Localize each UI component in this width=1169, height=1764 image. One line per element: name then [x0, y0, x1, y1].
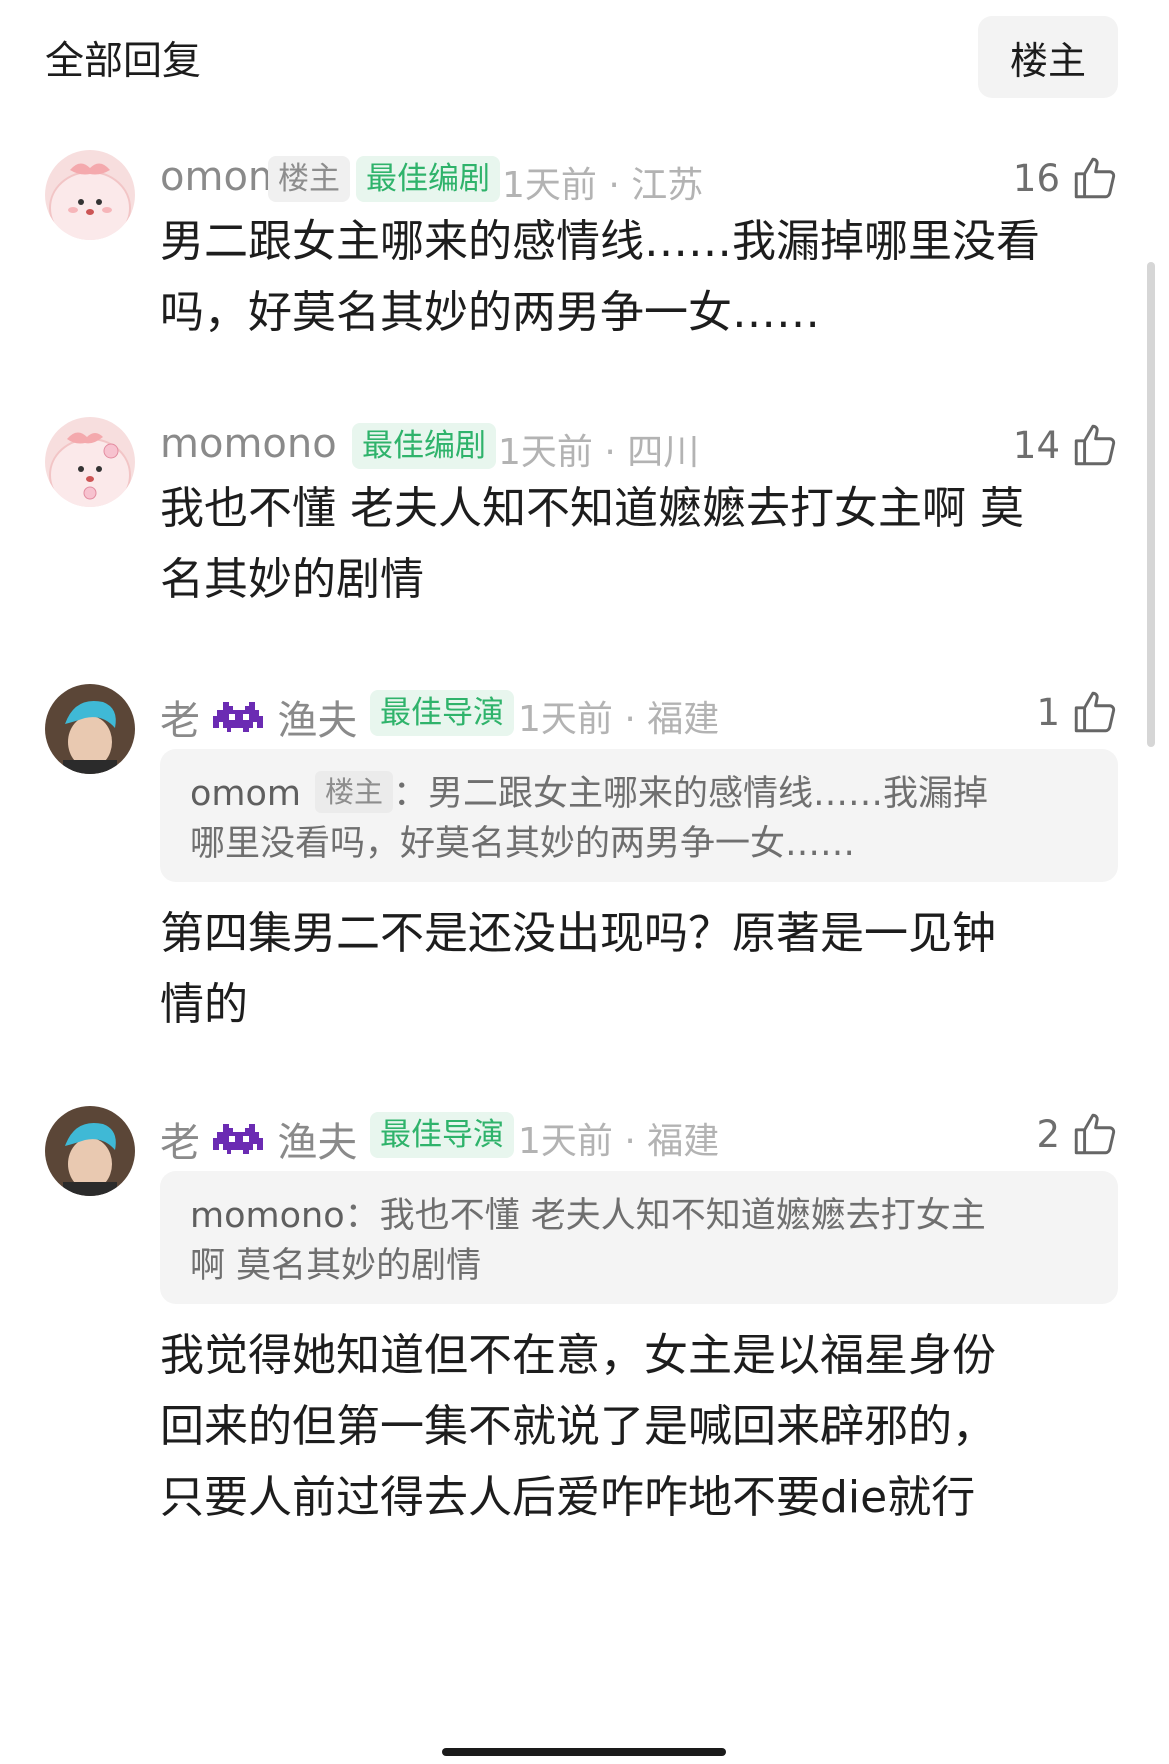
quoted-reply[interactable]: omom 楼主 ：男二跟女主哪来的感情线……我漏掉 哪里没看吗，好莫名其妙的两男争一… — [160, 749, 1118, 882]
avatar-pink-mochi-flower — [45, 417, 135, 507]
avatar-pink-mochi — [45, 150, 135, 240]
avatar-photo — [45, 684, 135, 774]
quote-line: omom 楼主 ：男二跟女主哪来的感情线……我漏掉 — [190, 769, 1088, 819]
thumbs-up-icon[interactable] — [1070, 1109, 1120, 1159]
op-only-filter-button[interactable]: 楼主 — [978, 16, 1118, 98]
avatar[interactable] — [45, 417, 135, 507]
text-line: 吗，好莫名其妙的两男争一女…… — [160, 287, 820, 338]
like-control[interactable]: 14 — [1013, 417, 1120, 473]
like-control[interactable]: 1 — [1036, 684, 1120, 740]
text-line: 我觉得她知道但不在意，女主是以福星身份 — [160, 1330, 996, 1381]
like-count: 2 — [1036, 1112, 1060, 1156]
text-line: 男二跟女主哪来的感情线……我漏掉哪里没看 — [160, 216, 1040, 267]
quote-username: omom — [190, 774, 302, 814]
avatar[interactable] — [45, 684, 135, 774]
time-location: 1天前 · 四川 — [498, 432, 700, 473]
comment-meta: omom 楼主 最佳编剧 1天前 · 江苏 16 — [160, 150, 1120, 206]
like-count: 14 — [1012, 423, 1060, 467]
space-invader-icon — [212, 702, 263, 732]
award-badge[interactable]: 最佳导演 — [370, 690, 514, 736]
comment-meta: 老 渔夫 最佳导演 1天前 · 福建 2 — [160, 1106, 1120, 1166]
time-location: 1天前 · 江苏 — [502, 165, 704, 206]
award-badge[interactable]: 最佳编剧 — [356, 156, 500, 202]
text-line: 只要人前过得去人后爱咋咋地不要die就行 — [160, 1472, 976, 1523]
comment-meta: momono 最佳编剧 1天前 · 四川 14 — [160, 417, 1120, 473]
thumbs-up-icon[interactable] — [1070, 420, 1120, 470]
comment-meta: 老 渔夫 最佳导演 1天前 · 福建 1 — [160, 684, 1120, 744]
avatar[interactable] — [45, 1106, 135, 1196]
op-badge: 楼主 — [268, 156, 350, 202]
like-count: 16 — [1012, 156, 1060, 200]
scrollbar[interactable] — [1147, 262, 1155, 747]
comment-text: 我觉得她知道但不在意，女主是以福星身份 回来的但第一集不就说了是喊回来辟邪的， … — [160, 1320, 1120, 1533]
like-control[interactable]: 2 — [1036, 1106, 1120, 1162]
thumbs-up-icon[interactable] — [1070, 153, 1120, 203]
comment-text: 男二跟女主哪来的感情线……我漏掉哪里没看 吗，好莫名其妙的两男争一女…… — [160, 206, 1120, 348]
comment-text: 我也不懂 老夫人知不知道嬷嬷去打女主啊 莫 名其妙的剧情 — [160, 473, 1120, 615]
comment-text: 第四集男二不是还没出现吗？原著是一见钟 情的 — [160, 898, 1120, 1040]
quote-line: 啊 莫名其妙的剧情 — [190, 1246, 482, 1286]
username[interactable]: 老 渔夫 — [160, 1110, 357, 1168]
like-control[interactable]: 16 — [1013, 150, 1120, 206]
like-count: 1 — [1036, 690, 1060, 734]
space-invader-icon — [212, 1124, 263, 1154]
text-line: 回来的但第一集不就说了是喊回来辟邪的， — [160, 1401, 996, 1452]
award-badge[interactable]: 最佳导演 — [370, 1112, 514, 1158]
page-title: 全部回复 — [45, 39, 202, 84]
avatar[interactable] — [45, 150, 135, 240]
quote-line: momono：我也不懂 老夫人知不知道嬷嬷去打女主 — [190, 1196, 986, 1236]
quote-line: 哪里没看吗，好莫名其妙的两男争一女…… — [190, 824, 856, 864]
quote-op-badge: 楼主 — [315, 771, 394, 813]
avatar-photo — [45, 1106, 135, 1196]
text-line: 情的 — [160, 979, 248, 1030]
thumbs-up-icon[interactable] — [1070, 687, 1120, 737]
award-badge[interactable]: 最佳编剧 — [352, 423, 496, 469]
time-location: 1天前 · 福建 — [518, 699, 720, 740]
text-line: 我也不懂 老夫人知不知道嬷嬷去打女主啊 莫 — [160, 483, 1024, 534]
time-location: 1天前 · 福建 — [518, 1121, 720, 1162]
text-line: 名其妙的剧情 — [160, 554, 424, 605]
username[interactable]: 老 渔夫 — [160, 688, 357, 746]
quote-username: momono — [190, 1196, 345, 1236]
reply-header: 全部回复 楼主 — [0, 0, 1169, 110]
quoted-reply[interactable]: momono：我也不懂 老夫人知不知道嬷嬷去打女主 啊 莫名其妙的剧情 — [160, 1171, 1118, 1304]
username[interactable]: momono — [160, 421, 337, 467]
text-line: 第四集男二不是还没出现吗？原著是一见钟 — [160, 908, 996, 959]
home-indicator[interactable] — [442, 1748, 726, 1756]
